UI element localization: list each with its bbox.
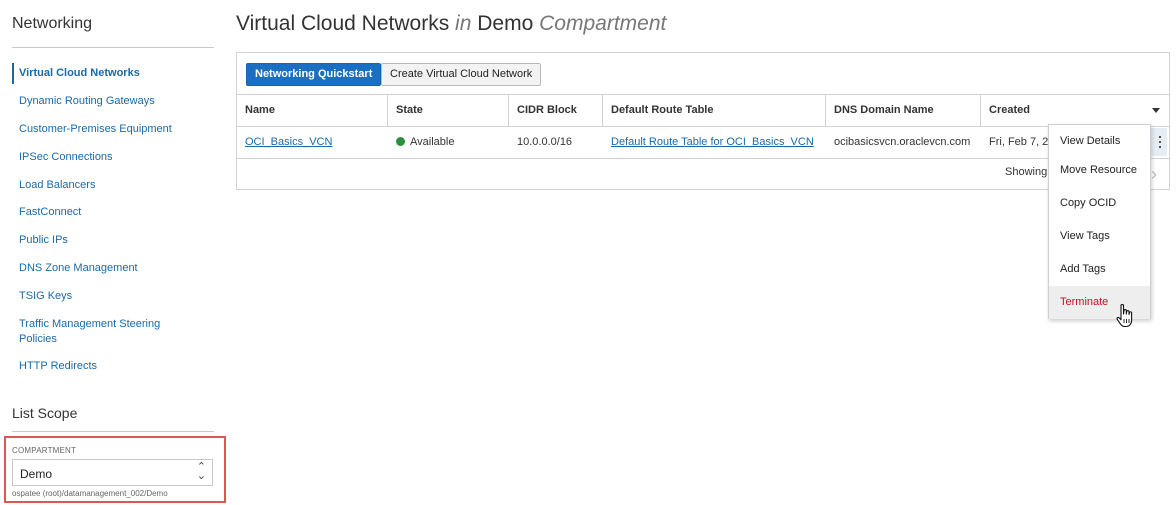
cell-cidr: 10.0.0.0/16: [517, 136, 573, 148]
create-vcn-button[interactable]: Create Virtual Cloud Network: [381, 63, 542, 86]
hand-pointer-icon: [1116, 304, 1133, 328]
cell-state: Available: [388, 127, 509, 158]
page-title-main: Virtual Cloud Networks: [236, 12, 450, 35]
cell-created: Fri, Feb 7, 2: [989, 136, 1049, 148]
caret-down-icon[interactable]: [1152, 108, 1160, 113]
kebab-menu-icon[interactable]: [1150, 128, 1167, 156]
column-header-cidr-block[interactable]: CIDR Block: [509, 95, 603, 126]
menu-item-copy-ocid[interactable]: Copy OCID: [1049, 187, 1150, 220]
networking-quickstart-button[interactable]: Networking Quickstart: [246, 63, 382, 86]
sidebar-item-virtual-cloud-networks[interactable]: Virtual Cloud Networks: [12, 63, 140, 84]
sidebar-item-fastconnect[interactable]: FastConnect: [12, 206, 81, 218]
compartment-label: COMPARTMENT: [12, 446, 77, 455]
column-header-state[interactable]: State: [388, 95, 509, 126]
compartment-path: ospatee (root)/datamanagement_002/Demo: [12, 489, 168, 498]
menu-item-view-tags[interactable]: View Tags: [1049, 220, 1150, 253]
sidebar-item-load-balancers[interactable]: Load Balancers: [12, 179, 95, 191]
page-title-suffix: Compartment: [539, 12, 667, 35]
table-row: OCI_Basics_VCN Available 10.0.0.0/16 Def…: [237, 127, 1169, 159]
row-actions-menu: View Details Move Resource Copy OCID Vie…: [1048, 124, 1151, 319]
list-scope-title: List Scope: [12, 405, 78, 421]
sidebar-title: Networking: [12, 15, 93, 32]
sidebar-item-tsig-keys[interactable]: TSIG Keys: [12, 290, 72, 302]
table-header: Name State CIDR Block Default Route Tabl…: [237, 94, 1169, 127]
sidebar-item-http-redirects[interactable]: HTTP Redirects: [12, 360, 97, 372]
divider: [12, 431, 214, 432]
column-header-created[interactable]: Created: [981, 95, 1169, 126]
vcn-name-link[interactable]: OCI_Basics_VCN: [245, 136, 332, 148]
menu-item-move-resource[interactable]: Move Resource: [1049, 154, 1150, 187]
cell-name: OCI_Basics_VCN: [237, 127, 388, 158]
compartment-select-value: Demo: [20, 467, 53, 481]
compartment-highlight-box: COMPARTMENT Demo ⌃ ⌄ ospatee (root)/datam…: [4, 436, 226, 503]
chevron-right-icon[interactable]: ›: [1151, 165, 1157, 183]
column-header-name[interactable]: Name: [237, 95, 388, 126]
sidebar-item-ipsec-connections[interactable]: IPSec Connections: [12, 151, 113, 163]
chevron-updown-icon: ⌃ ⌄: [196, 461, 206, 482]
page-title: Virtual Cloud Networks in Demo Compartme…: [236, 12, 666, 36]
sidebar-item-customer-premises-equipment[interactable]: Customer-Premises Equipment: [12, 123, 172, 135]
sidebar-item-public-ips[interactable]: Public IPs: [12, 234, 68, 246]
column-header-dns-domain-name[interactable]: DNS Domain Name: [826, 95, 981, 126]
route-table-link[interactable]: Default Route Table for OCI_Basics_VCN: [611, 136, 814, 148]
cell-dns-domain: ocibasicsvcn.oraclevcn.com: [834, 136, 971, 148]
cell-route-table: Default Route Table for OCI_Basics_VCN: [603, 127, 826, 158]
sidebar-item-traffic-management-steering-policies[interactable]: Traffic Management Steering Policies: [12, 317, 160, 347]
divider: [12, 47, 214, 48]
sidebar-item-dns-zone-management[interactable]: DNS Zone Management: [12, 262, 138, 274]
page-title-compartment: Demo: [477, 12, 534, 35]
page-title-in: in: [455, 12, 472, 35]
sidebar-item-label-line2: Policies: [19, 333, 57, 345]
vcn-list-panel: Networking Quickstart Create Virtual Clo…: [236, 52, 1170, 190]
pagination-text: Showing: [1005, 166, 1048, 178]
sidebar-item-label: Traffic Management Steering: [19, 318, 161, 330]
sidebar: Networking Virtual Cloud Networks Dynami…: [0, 0, 226, 505]
state-text: Available: [410, 136, 455, 148]
status-dot-icon: [396, 137, 405, 146]
column-header-created-label: Created: [989, 104, 1030, 116]
compartment-select[interactable]: Demo ⌃ ⌄: [12, 459, 213, 486]
sidebar-item-dynamic-routing-gateways[interactable]: Dynamic Routing Gateways: [12, 95, 155, 107]
menu-item-add-tags[interactable]: Add Tags: [1049, 253, 1150, 286]
column-header-default-route-table[interactable]: Default Route Table: [603, 95, 826, 126]
